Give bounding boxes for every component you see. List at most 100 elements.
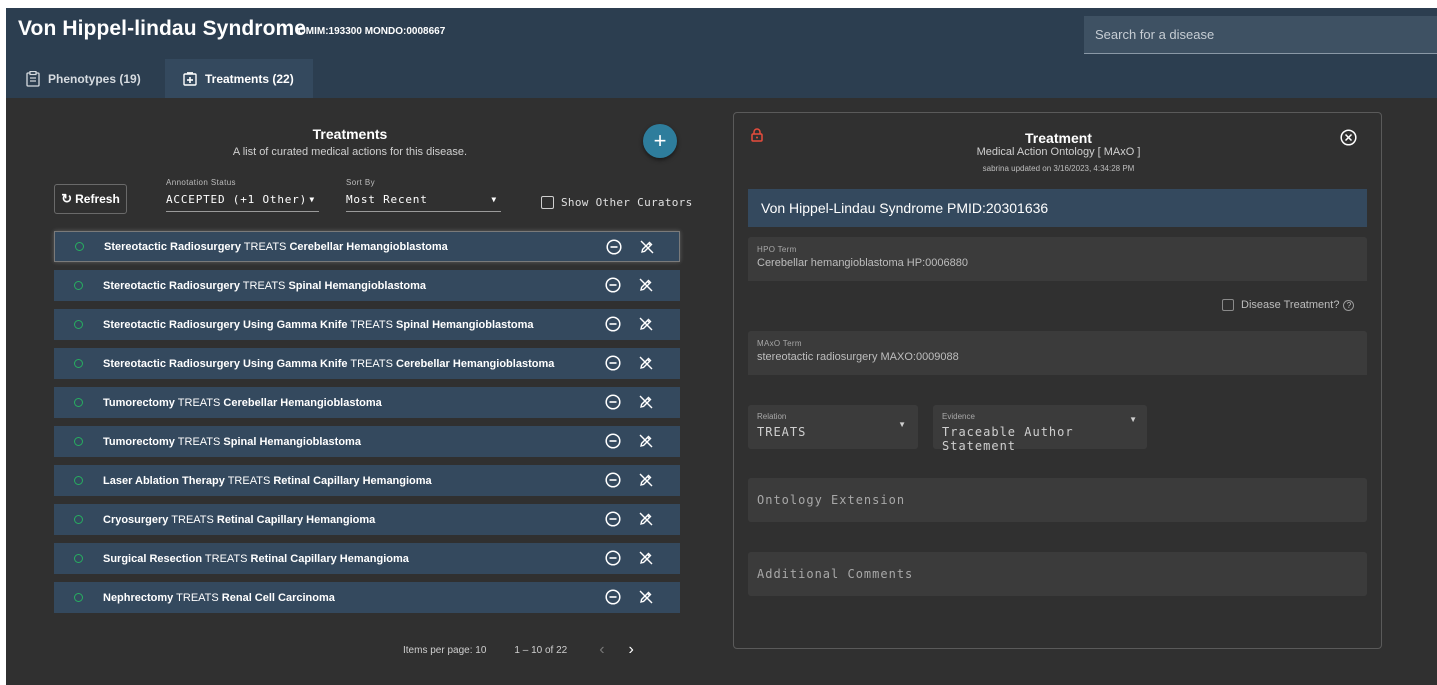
relation-label: Relation	[757, 412, 787, 421]
chevron-down-icon: ▼	[309, 195, 315, 204]
search-input[interactable]: Search for a disease	[1084, 16, 1437, 54]
annotation-status-select[interactable]: Annotation Status ACCEPTED (+1 Other) ▼	[166, 178, 319, 212]
list-item[interactable]: Stereotactic Radiosurgery Using Gamma Kn…	[54, 348, 680, 379]
disease-treatment-label: Disease Treatment?	[1241, 299, 1340, 311]
edit-off-icon[interactable]	[639, 239, 655, 255]
treatment-text: Laser Ablation Therapy TREATS Retinal Ca…	[103, 475, 680, 487]
sort-by-select[interactable]: Sort By Most Recent ▼	[346, 178, 501, 212]
list-item[interactable]: Cryosurgery TREATS Retinal Capillary Hem…	[54, 504, 680, 535]
panel-updated: sabrina updated on 3/16/2023, 4:34:28 PM	[982, 164, 1135, 173]
list-subtitle: A list of curated medical actions for th…	[232, 146, 468, 158]
tab-phenotypes[interactable]: Phenotypes (19)	[16, 59, 151, 98]
treatment-text: Stereotactic Radiosurgery TREATS Spinal …	[103, 280, 680, 292]
remove-icon[interactable]	[605, 394, 621, 410]
chevron-left-icon[interactable]: ‹	[599, 641, 604, 659]
panel-title: Treatment	[1025, 130, 1092, 146]
list-item[interactable]: Tumorectomy TREATS Cerebellar Hemangiobl…	[54, 387, 680, 418]
treatment-relation: TREATS	[350, 357, 393, 370]
list-item[interactable]: Tumorectomy TREATS Spinal Hemangioblasto…	[54, 426, 680, 457]
help-icon[interactable]: ?	[1343, 299, 1355, 311]
edit-off-icon[interactable]	[638, 316, 654, 332]
treatment-text: Surgical Resection TREATS Retinal Capill…	[103, 553, 680, 565]
remove-icon[interactable]	[605, 511, 621, 527]
medical-box-icon	[183, 71, 197, 86]
status-dot-icon	[75, 242, 84, 251]
remove-icon[interactable]	[605, 589, 621, 605]
edit-off-icon[interactable]	[638, 394, 654, 410]
refresh-label: Refresh	[75, 192, 120, 206]
hpo-term-field[interactable]: HPO Term Cerebellar hemangioblastoma HP:…	[748, 237, 1367, 281]
remove-icon[interactable]	[605, 550, 621, 566]
disease-treatment-checkbox[interactable]: Disease Treatment? ?	[1222, 299, 1355, 311]
treatment-target: Cerebellar Hemangioblastoma	[289, 240, 448, 253]
sort-by-value: Most Recent	[346, 193, 428, 206]
edit-off-icon[interactable]	[638, 589, 654, 605]
remove-icon[interactable]	[605, 472, 621, 488]
status-dot-icon	[74, 281, 83, 290]
edit-off-icon[interactable]	[638, 511, 654, 527]
treatment-text: Stereotactic Radiosurgery Using Gamma Kn…	[103, 319, 680, 331]
treatment-text: Stereotactic Radiosurgery Using Gamma Kn…	[103, 358, 680, 370]
treatment-relation: TREATS	[350, 318, 393, 331]
treatment-relation: TREATS	[243, 240, 287, 253]
treatment-target: Renal Cell Carcinoma	[221, 591, 335, 604]
chevron-down-icon: ▼	[898, 420, 906, 429]
chevron-down-icon: ▼	[1129, 415, 1137, 424]
evidence-select[interactable]: Evidence Traceable Author Statement ▼	[933, 405, 1147, 453]
treatment-target: Spinal Hemangioblastoma	[288, 279, 426, 292]
list-item[interactable]: Surgical Resection TREATS Retinal Capill…	[54, 543, 680, 574]
tab-treatments[interactable]: Treatments (22)	[165, 59, 313, 98]
maxo-term-label: MAxO Term	[757, 339, 802, 348]
maxo-term-field[interactable]: MAxO Term stereotactic radiosurgery MAXO…	[748, 331, 1367, 375]
status-dot-icon	[74, 515, 83, 524]
evidence-label: Evidence	[942, 412, 975, 421]
close-icon[interactable]	[1340, 129, 1357, 146]
checkbox-icon	[541, 196, 554, 209]
plus-icon: +	[653, 128, 667, 153]
app-root: Von Hippel-lindau Syndrome OMIM:193300 M…	[6, 8, 1437, 685]
disease-ids: OMIM:193300 MONDO:0008667	[298, 26, 446, 37]
edit-off-icon[interactable]	[638, 433, 654, 449]
relation-select[interactable]: Relation TREATS ▼	[748, 405, 918, 449]
chevron-right-icon[interactable]: ›	[629, 641, 634, 659]
edit-off-icon[interactable]	[638, 277, 654, 293]
checkbox-icon	[1222, 299, 1234, 311]
edit-off-icon[interactable]	[638, 550, 654, 566]
status-dot-icon	[74, 398, 83, 407]
list-item[interactable]: Laser Ablation Therapy TREATS Retinal Ca…	[54, 465, 680, 496]
ontology-extension-field[interactable]: Ontology Extension	[748, 478, 1367, 522]
treatment-target: Spinal Hemangioblastoma	[223, 435, 361, 448]
list-item[interactable]: Stereotactic Radiosurgery TREATS Spinal …	[54, 270, 680, 301]
list-item[interactable]: Stereotactic Radiosurgery TREATS Cerebel…	[54, 231, 680, 262]
treatment-action: Surgical Resection	[103, 552, 203, 565]
treatment-detail-panel: Treatment Medical Action Ontology [ MAxO…	[733, 112, 1382, 649]
items-per-page: Items per page: 10	[403, 644, 487, 656]
remove-icon[interactable]	[605, 277, 621, 293]
treatment-relation: TREATS	[227, 474, 271, 487]
refresh-button[interactable]: ↻ Refresh	[54, 184, 127, 214]
list-item[interactable]: Stereotactic Radiosurgery Using Gamma Kn…	[54, 309, 680, 340]
treatment-text: Nephrectomy TREATS Renal Cell Carcinoma	[103, 592, 680, 604]
treatment-action: Stereotactic Radiosurgery Using Gamma Kn…	[103, 318, 348, 331]
treatment-relation: TREATS	[204, 552, 248, 565]
additional-comments-field[interactable]: Additional Comments	[748, 552, 1367, 596]
remove-icon[interactable]	[605, 355, 621, 371]
remove-icon[interactable]	[605, 316, 621, 332]
treatment-action: Cryosurgery	[103, 513, 169, 526]
chevron-down-icon: ▼	[491, 195, 497, 204]
edit-off-icon[interactable]	[638, 355, 654, 371]
remove-icon[interactable]	[606, 239, 622, 255]
list-item[interactable]: Nephrectomy TREATS Renal Cell Carcinoma	[54, 582, 680, 613]
treatment-target: Retinal Capillary Hemangioma	[273, 474, 432, 487]
show-other-curators-checkbox[interactable]: Show Other Curators	[541, 196, 693, 209]
maxo-term-value: stereotactic radiosurgery MAXO:0009088	[757, 351, 959, 363]
treatment-target: Retinal Capillary Hemangioma	[216, 513, 376, 526]
add-treatment-button[interactable]: +	[643, 124, 677, 158]
remove-icon[interactable]	[605, 433, 621, 449]
treatment-action: Stereotactic Radiosurgery	[104, 240, 241, 253]
clipboard-icon	[26, 70, 40, 87]
edit-off-icon[interactable]	[638, 472, 654, 488]
treatment-text: Cryosurgery TREATS Retinal Capillary Hem…	[103, 514, 680, 526]
refresh-icon: ↻	[61, 191, 73, 206]
treatment-action: Tumorectomy	[103, 396, 175, 409]
